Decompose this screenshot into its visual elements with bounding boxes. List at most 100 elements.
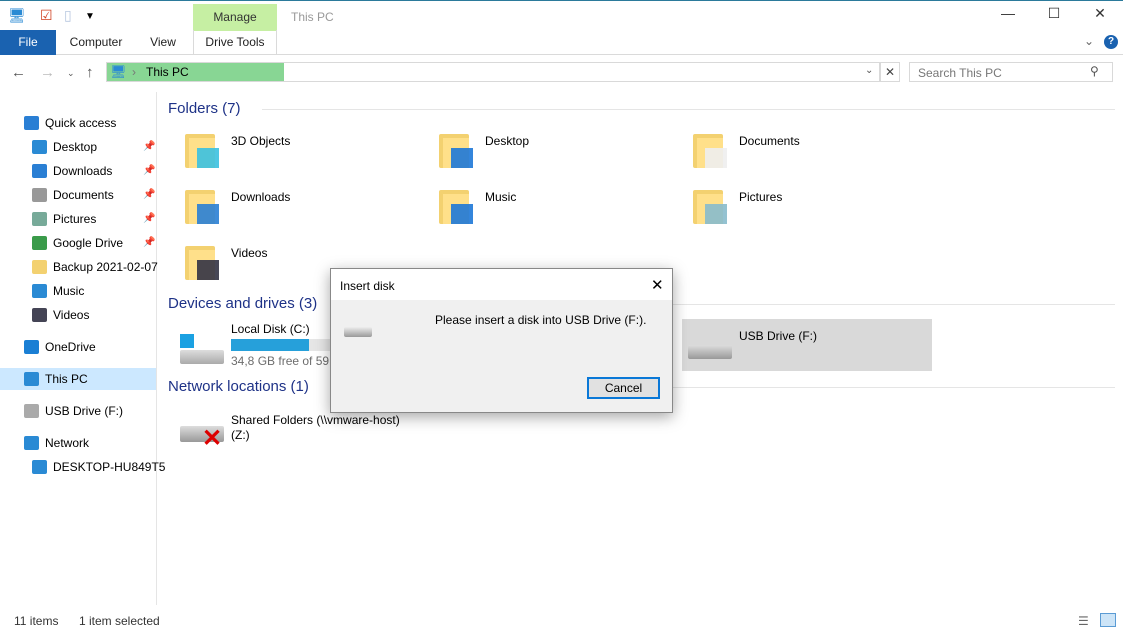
usb-drive-label: USB Drive (F:) [739, 329, 817, 343]
recent-locations-icon[interactable]: ⌄ [67, 68, 75, 79]
sidebar-item-network[interactable]: Network [0, 432, 156, 454]
folder-item[interactable]: Desktop [439, 130, 679, 174]
folder-item[interactable]: Downloads [185, 186, 425, 230]
sidebar-item-pictures[interactable]: Pictures 📌 [0, 208, 156, 230]
tab-computer[interactable]: Computer [62, 30, 130, 55]
clear-address-button[interactable]: ✕ [880, 62, 900, 82]
collapse-ribbon-icon[interactable]: ⌄ [1084, 34, 1094, 48]
details-view-icon[interactable]: ☰ [1078, 614, 1089, 628]
downloads-folder-icon [185, 186, 219, 224]
manage-context-tab[interactable]: Manage [193, 4, 277, 31]
pictures-folder-icon [693, 186, 727, 224]
folder-item[interactable]: Music [439, 186, 679, 230]
address-bar[interactable]: 🖥 › This PC ⌄ [106, 62, 880, 82]
folders-header[interactable]: Folders (7) [168, 100, 241, 117]
computer-icon: 🖥 [8, 7, 26, 23]
usb-drive-icon [688, 345, 732, 359]
sidebar-item-label: Pictures [53, 212, 97, 226]
sidebar-item-label: DESKTOP-HU849T5 [53, 460, 166, 474]
sidebar-item-label: Desktop [53, 140, 98, 154]
large-icons-view-icon[interactable] [1100, 613, 1116, 627]
close-button[interactable]: ✕ [1077, 5, 1123, 27]
forward-button[interactable]: → [40, 64, 55, 81]
usb-drive-item[interactable]: USB Drive (F:) [682, 319, 932, 371]
selection-count: 1 item selected [79, 614, 160, 628]
sidebar-item-downloads[interactable]: Downloads 📌 [0, 160, 156, 182]
pin-icon: 📌 [143, 237, 156, 248]
dialog-message: Please insert a disk into USB Drive (F:)… [435, 313, 647, 327]
sidebar-item-backup-2021-02-07[interactable]: Backup 2021-02-07 [0, 256, 158, 278]
documents-icon [32, 188, 47, 202]
3d-objects-icon [185, 130, 219, 168]
sidebar-item-usb-drive-f-[interactable]: USB Drive (F:) [0, 400, 156, 422]
sidebar-item-google-drive[interactable]: Google Drive 📌 [0, 232, 156, 254]
search-input[interactable]: Search This PC [909, 62, 1113, 82]
folder-item[interactable]: Pictures [693, 186, 933, 230]
new-folder-icon[interactable]: ▯ [64, 7, 72, 24]
documents-folder-icon [693, 130, 727, 168]
sidebar-item-this-pc[interactable]: This PC [0, 368, 156, 390]
tab-file[interactable]: File [0, 30, 56, 55]
usb-drive-icon [24, 404, 39, 418]
pin-icon: 📌 [143, 141, 156, 152]
sidebar-item-label: Google Drive [53, 236, 124, 250]
folder-item[interactable]: 3D Objects [185, 130, 425, 174]
sidebar-item-label: OneDrive [45, 340, 96, 354]
maximize-button[interactable]: ☐ [1031, 5, 1077, 27]
usb-drive-icon [344, 327, 372, 337]
folder-label: Music [485, 190, 517, 204]
sidebar-item-label: Quick access [45, 116, 117, 130]
sidebar-item-label: This PC [45, 372, 88, 386]
sidebar-item-desktop-hu849t5[interactable]: DESKTOP-HU849T5 [0, 456, 165, 478]
download-icon [32, 164, 47, 178]
sidebar-item-label: Documents [53, 188, 114, 202]
tab-view[interactable]: View [140, 30, 186, 55]
sidebar-item-documents[interactable]: Documents 📌 [0, 184, 156, 206]
help-icon[interactable]: ? [1104, 35, 1118, 49]
insert-disk-dialog: Insert disk ✕ Please insert a disk into … [330, 268, 673, 413]
tab-drive-tools[interactable]: Drive Tools [193, 30, 277, 55]
music-icon [32, 284, 47, 298]
windows-logo-icon [180, 334, 194, 348]
computer-icon: 🖥 [110, 64, 127, 79]
cancel-button[interactable]: Cancel [587, 377, 660, 399]
pictures-icon [32, 212, 47, 226]
title-bar: 🖥 ☑ ▯ ▼ Manage This PC — ☐ ✕ [0, 0, 1123, 31]
navigation-pane: Quick access Desktop 📌 Downloads 📌 Documents 📌… [0, 92, 165, 605]
sidebar-item-label: Music [53, 284, 85, 298]
minimize-button[interactable]: — [985, 5, 1031, 27]
folder-label: Videos [231, 246, 268, 260]
sidebar-item-quick-access[interactable]: Quick access [0, 112, 156, 134]
folder-label: Downloads [231, 190, 291, 204]
dialog-title: Insert disk [340, 279, 395, 293]
back-button[interactable]: ← [11, 64, 26, 81]
network-icon [24, 436, 39, 450]
dialog-close-button[interactable]: ✕ [651, 276, 664, 294]
sidebar-item-label: Network [45, 436, 90, 450]
devices-header[interactable]: Devices and drives (3) [168, 295, 317, 312]
desktop-folder-icon [439, 130, 473, 168]
sidebar-item-music[interactable]: Music [0, 280, 156, 302]
search-icon: ⚲ [1090, 64, 1099, 78]
network-drive-item[interactable]: ✕ Shared Folders (\\vmware-host) (Z:) [174, 410, 424, 455]
sidebar-item-videos[interactable]: Videos [0, 304, 156, 326]
address-dropdown-icon[interactable]: ⌄ [865, 65, 873, 76]
properties-icon[interactable]: ☑ [40, 7, 53, 24]
up-button[interactable]: ↑ [86, 64, 94, 81]
folder-label: 3D Objects [231, 134, 291, 148]
sidebar-item-onedrive[interactable]: OneDrive [0, 336, 156, 358]
computer-icon [24, 372, 39, 386]
star-icon [24, 116, 39, 130]
sidebar-item-label: Downloads [53, 164, 113, 178]
sidebar-item-label: Backup 2021-02-07 [53, 260, 158, 274]
pin-icon: 📌 [143, 165, 156, 176]
sidebar-item-desktop[interactable]: Desktop 📌 [0, 136, 156, 158]
customize-toolbar-icon[interactable]: ▼ [85, 11, 95, 22]
videos-icon [32, 308, 47, 322]
breadcrumb[interactable]: This PC [146, 65, 189, 79]
item-count: 11 items [14, 614, 59, 628]
network-header[interactable]: Network locations (1) [168, 378, 309, 395]
breadcrumb-separator-icon: › [132, 65, 136, 79]
desktop-icon [32, 140, 47, 154]
folder-item[interactable]: Documents [693, 130, 933, 174]
